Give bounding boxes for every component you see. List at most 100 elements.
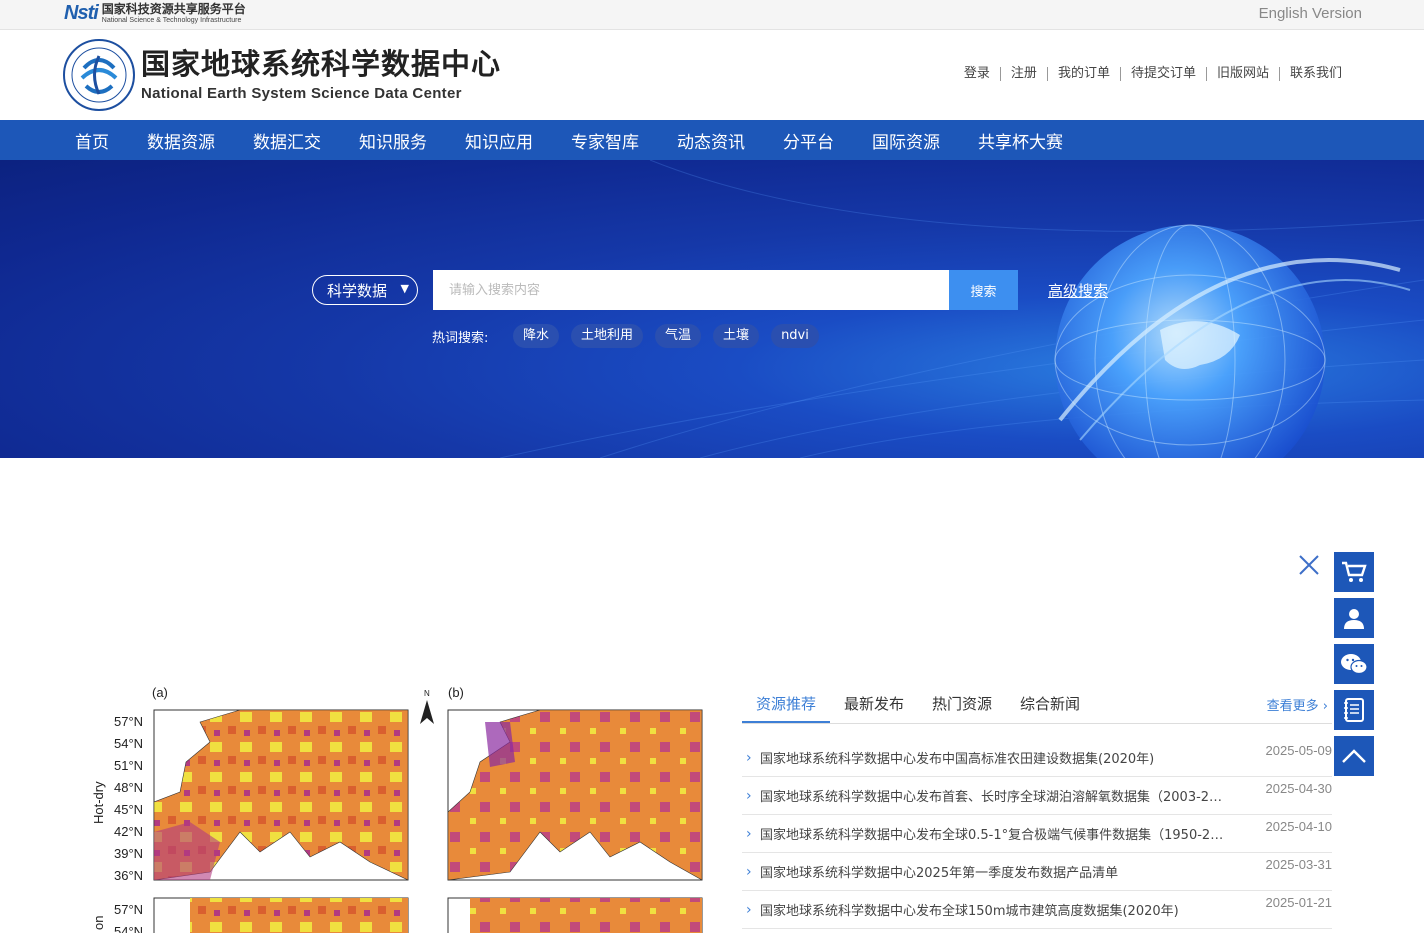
- news-title: 国家地球系统科学数据中心发布全球0.5-1°复合极端气候事件数据集（1950-2…: [760, 828, 1230, 843]
- nav-item-sub-platforms[interactable]: 分平台: [764, 128, 853, 153]
- news-date: 2025-04-10: [1265, 819, 1333, 834]
- lat-label: 36°N: [114, 868, 143, 883]
- news-date: 2025-01-21: [1265, 895, 1333, 910]
- user-button[interactable]: [1334, 598, 1374, 638]
- nav-item-home[interactable]: 首页: [56, 128, 128, 153]
- floating-toolbar: [1334, 552, 1374, 776]
- tab-popular-resources[interactable]: 热门资源: [918, 690, 1006, 723]
- chevron-right-icon: ›: [746, 825, 752, 842]
- nav-item-sharing-cup[interactable]: 共享杯大赛: [959, 128, 1082, 153]
- lat-label: 57°N: [114, 902, 143, 917]
- register-link[interactable]: 注册: [999, 67, 1047, 81]
- lat-label: 48°N: [114, 780, 143, 795]
- list-item[interactable]: › 国家地球系统科学数据中心发布全球150m城市建筑高度数据集(2020年) 2…: [742, 891, 1332, 929]
- tab-general-news[interactable]: 综合新闻: [1006, 690, 1094, 723]
- english-version-link[interactable]: English Version: [1259, 5, 1362, 22]
- panel-a-label: (a): [152, 685, 168, 700]
- cart-button[interactable]: [1334, 552, 1374, 592]
- row-label-hot-dry: Hot-dry: [91, 781, 106, 824]
- news-tabs: 资源推荐 最新发布 热门资源 综合新闻 查看更多 ›: [742, 690, 1332, 724]
- hot-tag-ndvi[interactable]: ndvi: [771, 324, 819, 348]
- hot-tag-precipitation[interactable]: 降水: [513, 324, 560, 348]
- caret-down-icon: ▼: [400, 282, 409, 295]
- site-title-cn: 国家地球系统科学数据中心: [141, 47, 502, 81]
- site-header: 国家地球系统科学数据中心 National Earth System Scien…: [0, 30, 1424, 120]
- featured-figure[interactable]: (a) (b) N Hot-dry on 57°N 54°N 51°N 48°N…: [90, 682, 720, 933]
- search-input[interactable]: [433, 270, 949, 310]
- nav-item-news[interactable]: 动态资讯: [658, 128, 764, 153]
- login-link[interactable]: 登录: [954, 67, 1000, 81]
- wechat-button[interactable]: [1334, 644, 1374, 684]
- chevron-up-icon: [1342, 749, 1366, 763]
- list-item[interactable]: › 国家地球系统科学数据中心2025年第一季度发布数据产品清单 2025-03-…: [742, 853, 1332, 891]
- pending-orders-link[interactable]: 待提交订单: [1119, 67, 1206, 81]
- site-title: 国家地球系统科学数据中心 National Earth System Scien…: [141, 47, 502, 103]
- news-panel: 资源推荐 最新发布 热门资源 综合新闻 查看更多 › › 国家地球系统科学数据中…: [742, 690, 1332, 929]
- panel-b-label: (b): [448, 685, 464, 700]
- nav-item-data-submission[interactable]: 数据汇交: [234, 128, 340, 153]
- nsti-mark: Nsti: [64, 2, 99, 24]
- lat-label: 54°N: [114, 736, 143, 751]
- lat-label: 57°N: [114, 714, 143, 729]
- chevron-right-icon: ›: [746, 787, 752, 804]
- chevron-right-icon: ›: [1322, 699, 1328, 714]
- notebook-button[interactable]: [1334, 690, 1374, 730]
- news-date: 2025-05-09: [1265, 743, 1333, 758]
- hot-tags: 降水 土地利用 气温 土壤 ndvi: [513, 324, 819, 348]
- nav-item-expert-pool[interactable]: 专家智库: [552, 128, 658, 153]
- top-strip: Nsti 国家科技资源共享服务平台 National Science & Tec…: [0, 0, 1424, 30]
- chevron-right-icon: ›: [746, 901, 752, 918]
- nav-item-knowledge-application[interactable]: 知识应用: [446, 128, 552, 153]
- contact-link[interactable]: 联系我们: [1278, 67, 1352, 81]
- north-label: N: [424, 689, 430, 698]
- platform-name-cn: 国家科技资源共享服务平台: [101, 2, 246, 16]
- nav-item-international[interactable]: 国际资源: [853, 128, 959, 153]
- europe-map-figure: (a) (b) N Hot-dry on 57°N 54°N 51°N 48°N…: [91, 685, 703, 933]
- list-item[interactable]: › 国家地球系统科学数据中心发布全球0.5-1°复合极端气候事件数据集（1950…: [742, 815, 1332, 853]
- notebook-icon: [1344, 698, 1364, 722]
- hot-tag-land-use[interactable]: 土地利用: [571, 324, 644, 348]
- chevron-right-icon: ›: [746, 749, 752, 766]
- news-title: 国家地球系统科学数据中心发布中国高标准农田建设数据集(2020年): [760, 752, 1155, 767]
- news-title: 国家地球系统科学数据中心2025年第一季度发布数据产品清单: [760, 866, 1119, 881]
- tab-latest-release[interactable]: 最新发布: [830, 690, 918, 723]
- close-icon[interactable]: [1297, 553, 1321, 577]
- search-type-label: 科学数据: [327, 281, 388, 300]
- view-more-label: 查看更多: [1266, 699, 1319, 714]
- wechat-icon: [1341, 654, 1368, 675]
- lat-label: 51°N: [114, 758, 143, 773]
- platform-name-en: National Science & Technology Infrastruc…: [101, 17, 242, 24]
- nav-item-knowledge-service[interactable]: 知识服务: [340, 128, 446, 153]
- lat-label: 39°N: [114, 846, 143, 861]
- row-label-2: on: [91, 916, 106, 930]
- list-item[interactable]: › 国家地球系统科学数据中心发布中国高标准农田建设数据集(2020年) 2025…: [742, 739, 1332, 777]
- search-banner: 科学数据 ▼ 搜索 高级搜索 热词搜索: 降水 土地利用 气温 土壤 ndvi: [0, 160, 1424, 458]
- advanced-search-link[interactable]: 高级搜索: [1048, 280, 1108, 301]
- news-title: 国家地球系统科学数据中心发布首套、长时序全球湖泊溶解氧数据集（2003-2023…: [760, 790, 1230, 805]
- lat-label: 54°N: [114, 924, 143, 933]
- hot-tag-soil[interactable]: 土壤: [713, 324, 760, 348]
- my-orders-link[interactable]: 我的订单: [1046, 67, 1120, 81]
- news-date: 2025-04-30: [1265, 781, 1333, 796]
- nsti-logo[interactable]: Nsti 国家科技资源共享服务平台 National Science & Tec…: [64, 2, 246, 25]
- site-title-en: National Earth System Science Data Cente…: [141, 85, 462, 102]
- nav-item-data-resources[interactable]: 数据资源: [128, 128, 234, 153]
- lat-label: 42°N: [114, 824, 143, 839]
- old-site-link[interactable]: 旧版网站: [1205, 67, 1279, 81]
- search-type-select[interactable]: 科学数据 ▼: [312, 275, 418, 305]
- user-icon: [1344, 609, 1364, 629]
- news-list: › 国家地球系统科学数据中心发布中国高标准农田建设数据集(2020年) 2025…: [742, 739, 1332, 929]
- chevron-right-icon: ›: [746, 863, 752, 880]
- search-button[interactable]: 搜索: [949, 270, 1018, 310]
- lat-label: 45°N: [114, 802, 143, 817]
- hot-tag-temperature[interactable]: 气温: [655, 324, 702, 348]
- site-logo-icon[interactable]: [62, 38, 136, 112]
- news-date: 2025-03-31: [1265, 857, 1333, 872]
- back-to-top-button[interactable]: [1334, 736, 1374, 776]
- user-links: 登录 注册 我的订单 待提交订单 旧版网站 联系我们: [954, 67, 1352, 81]
- main-nav: 首页 数据资源 数据汇交 知识服务 知识应用 专家智库 动态资讯 分平台 国际资…: [0, 120, 1424, 160]
- list-item[interactable]: › 国家地球系统科学数据中心发布首套、长时序全球湖泊溶解氧数据集（2003-20…: [742, 777, 1332, 815]
- news-title: 国家地球系统科学数据中心发布全球150m城市建筑高度数据集(2020年): [760, 904, 1179, 919]
- tab-resource-recommend[interactable]: 资源推荐: [742, 690, 831, 723]
- view-more-link[interactable]: 查看更多 ›: [1267, 695, 1328, 714]
